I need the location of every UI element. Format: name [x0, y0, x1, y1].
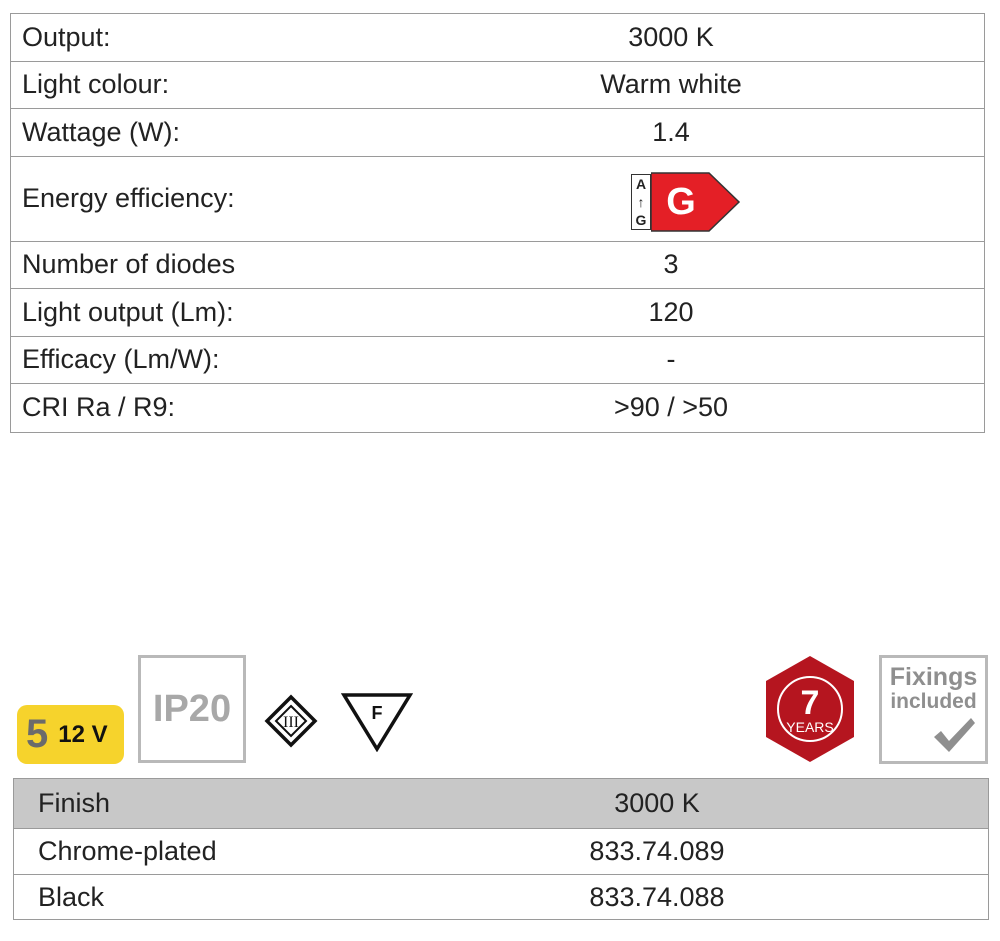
scale-bottom: G — [635, 212, 647, 228]
fixings-line1: Fixings — [889, 663, 978, 691]
spec-row-cri: CRI Ra / R9: >90 / >50 — [11, 384, 984, 432]
spec-value: A ↑ G G — [386, 165, 984, 232]
checkmark-icon — [934, 718, 975, 752]
voltage-badge: 5 12 V — [17, 705, 124, 764]
spec-row-light-output: Light output (Lm): 120 — [11, 289, 984, 337]
spec-value: 120 — [648, 296, 694, 327]
fixings-line2: included — [890, 690, 977, 713]
spec-row-efficacy: Efficacy (Lm/W): - — [11, 337, 984, 384]
energy-label: A ↑ G G — [631, 172, 741, 232]
spec-value: 3 — [663, 249, 679, 280]
protection-class-text: III — [283, 714, 299, 731]
spec-label: Number of diodes — [22, 249, 236, 280]
spec-row-diodes: Number of diodes 3 — [11, 242, 984, 289]
spec-label: Efficacy (Lm/W): — [22, 344, 220, 375]
table-row: Chrome-plated 833.74.089 — [14, 829, 988, 875]
spec-label: Wattage (W): — [22, 116, 181, 147]
spec-table: Output: 3000 K Light colour: Warm white … — [10, 13, 985, 433]
fixings-included-badge: Fixings included — [879, 655, 988, 764]
warranty-number: 7 — [801, 684, 820, 722]
protection-class-iii-icon: III — [264, 694, 318, 748]
scale-arrow: ↑ — [637, 194, 645, 210]
header-3000k: 3000 K — [614, 788, 700, 818]
voltage-text: 12 V — [58, 720, 108, 748]
ip-rating-badge: IP20 — [138, 655, 246, 763]
finish-table: Finish 3000 K Chrome-plated 833.74.089 B… — [13, 778, 989, 920]
article-number: 833.74.088 — [589, 881, 725, 912]
spec-value: Warm white — [600, 69, 742, 100]
finish-table-header: Finish 3000 K — [14, 779, 988, 829]
scale-top: A — [635, 176, 647, 192]
spec-label: CRI Ra / R9: — [22, 392, 176, 423]
f-mark-triangle-icon: F — [341, 693, 413, 752]
spec-label: Light colour: — [22, 69, 170, 100]
spec-row-wattage: Wattage (W): 1.4 — [11, 109, 984, 157]
warranty-unit: YEARS — [786, 719, 833, 735]
finish-name: Chrome-plated — [38, 836, 217, 866]
spec-row-energy-efficiency: Energy efficiency: A ↑ G G — [11, 157, 984, 242]
table-row: Black 833.74.088 — [14, 875, 988, 919]
spec-label: Output: — [22, 21, 111, 52]
energy-scale-icon: A ↑ G — [631, 174, 651, 230]
header-finish: Finish — [38, 788, 111, 818]
spec-label: Energy efficiency: — [22, 183, 235, 213]
energy-class-letter: G — [666, 181, 696, 223]
article-number: 833.74.089 — [589, 836, 725, 866]
voltage-class-number: 5 — [26, 712, 49, 756]
f-mark-text: F — [372, 703, 383, 723]
energy-class-arrow-icon: G — [651, 172, 741, 232]
spec-label: Light output (Lm): — [22, 296, 234, 327]
spec-value: 3000 K — [628, 21, 714, 52]
spec-value: 1.4 — [652, 116, 690, 147]
warranty-years-icon: 7 YEARS — [766, 656, 854, 762]
ip-rating-text: IP20 — [152, 687, 232, 730]
spec-value: >90 / >50 — [613, 392, 729, 423]
spec-row-output: Output: 3000 K — [11, 14, 984, 62]
spec-row-light-colour: Light colour: Warm white — [11, 62, 984, 109]
finish-name: Black — [38, 881, 105, 912]
spec-value: - — [666, 344, 676, 375]
